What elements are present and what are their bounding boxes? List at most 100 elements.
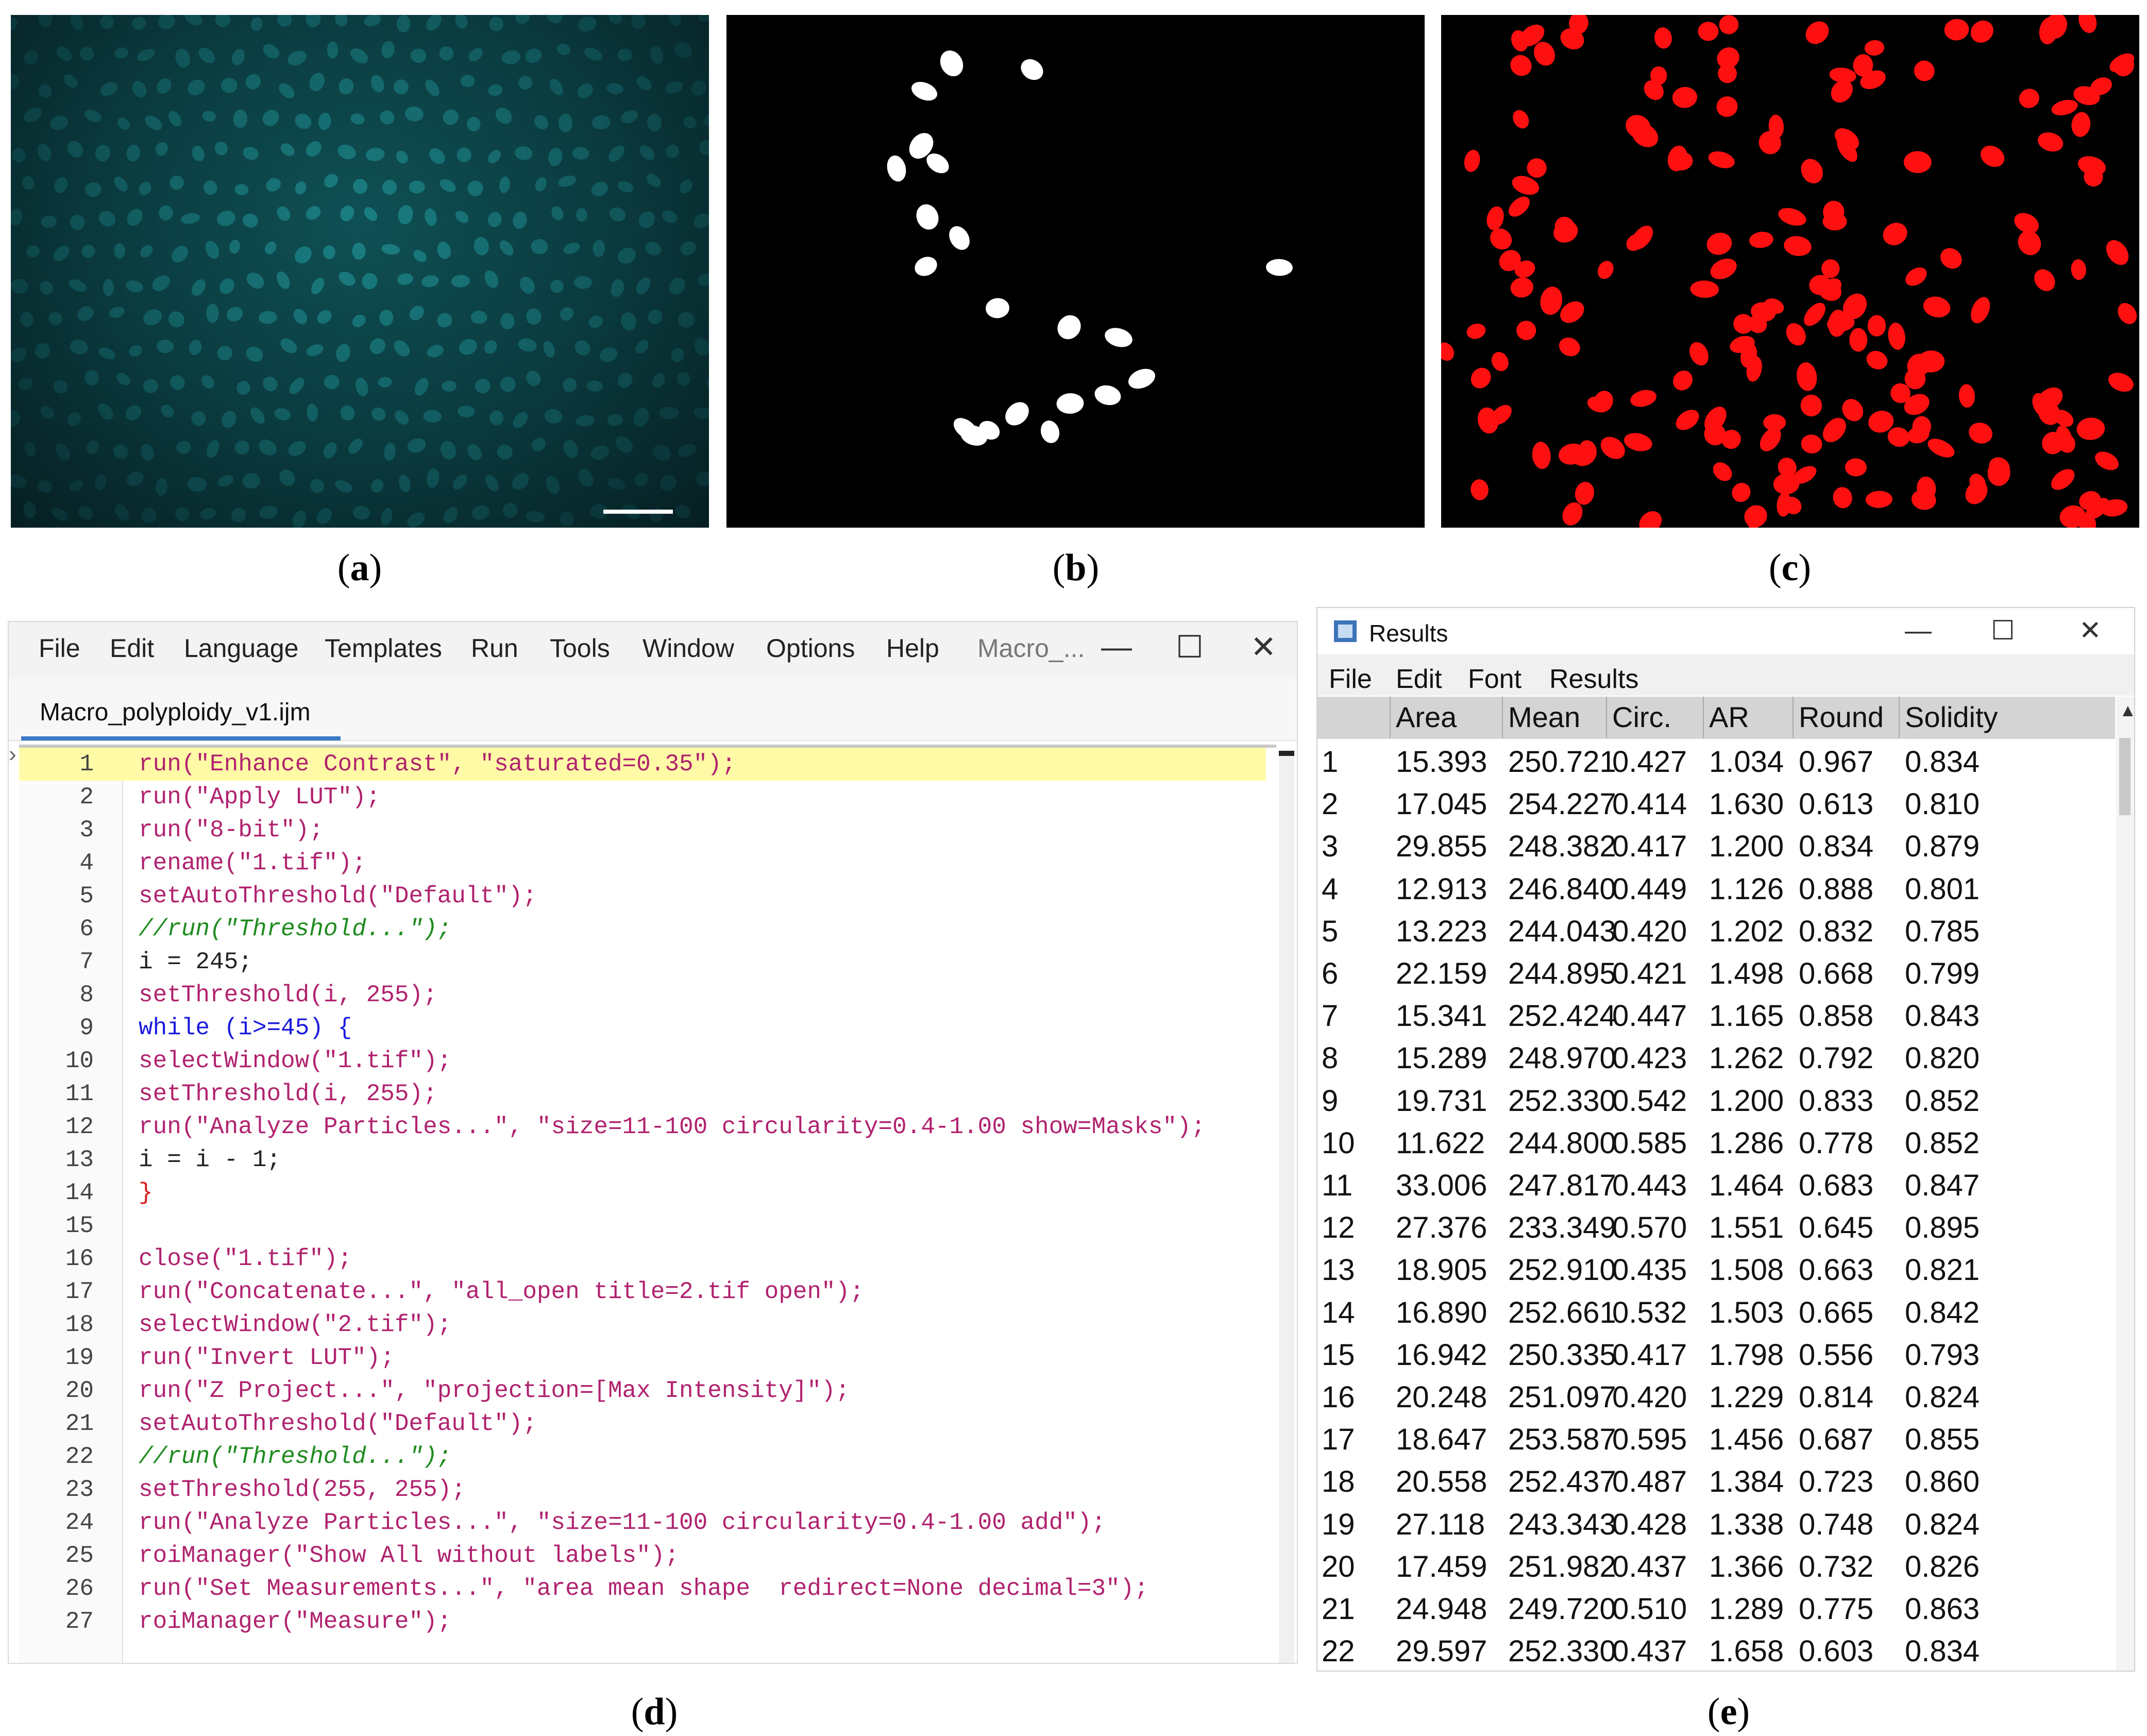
code-line[interactable]: 16 close("1.tif"); [19,1242,1266,1275]
code-line[interactable]: 15 [19,1209,1266,1242]
table-row[interactable]: 6 22.159 244.895 0.421 1.498 0.668 0.799 [1317,953,2115,995]
table-row[interactable]: 12 27.376 233.349 0.570 1.551 0.645 0.895 [1317,1207,2115,1249]
nucleus [324,174,339,188]
nucleus [635,340,649,354]
code-line[interactable]: 10 selectWindow("1.tif"); [19,1044,1266,1077]
table-row[interactable]: 18 20.558 252.437 0.487 1.384 0.723 0.860 [1317,1461,2115,1503]
table-cell: 19.731 [1396,1084,1487,1118]
table-row[interactable]: 7 15.341 252.424 0.447 1.165 0.858 0.843 [1317,995,2115,1037]
code-line[interactable]: 6 //run("Threshold..."); [19,913,1266,946]
column-header[interactable] [1317,697,1389,738]
results-menu-file[interactable]: File [1329,664,1372,695]
table-row[interactable]: 15 16.942 250.335 0.417 1.798 0.556 0.793 [1317,1334,2115,1376]
nucleus [525,48,542,63]
code-area[interactable]: 1 run("Enhance Contrast", "saturated=0.35… [19,745,1276,1663]
editor-scrollbar[interactable] [1279,751,1294,1663]
results-menu-edit[interactable]: Edit [1396,664,1442,695]
menu-file[interactable]: File [39,633,80,663]
results-close-button[interactable]: ✕ [2079,615,2102,646]
table-row[interactable]: 20 17.459 251.982 0.437 1.366 0.732 0.826 [1317,1546,2115,1588]
table-row[interactable]: 21 24.948 249.720 0.510 1.289 0.775 0.863 [1317,1588,2115,1630]
menu-options[interactable]: Options [766,633,855,663]
code-line[interactable]: 17 run("Concatenate...", "all_open title=… [19,1275,1266,1308]
code-line[interactable]: 12 run("Analyze Particles...", "size=11-1… [19,1110,1266,1143]
table-row[interactable]: 13 18.905 252.910 0.435 1.508 0.663 0.821 [1317,1249,2115,1291]
table-row[interactable]: 4 12.913 246.840 0.449 1.126 0.888 0.801 [1317,868,2115,911]
table-row[interactable]: 10 11.622 244.800 0.585 1.286 0.778 0.852 [1317,1122,2115,1165]
minimize-button[interactable]: — [1101,629,1132,665]
code-line[interactable]: 22 //run("Threshold..."); [19,1440,1266,1473]
code-line[interactable]: 26 run("Set Measurements...", "area mean … [19,1572,1266,1605]
chevron-right-icon[interactable]: › [9,741,16,767]
table-row[interactable]: 17 18.647 253.587 0.595 1.456 0.687 0.855 [1317,1419,2115,1461]
table-row[interactable]: 16 20.248 251.097 0.420 1.229 0.814 0.824 [1317,1376,2115,1419]
results-scrollbar[interactable]: ▲ [2116,697,2134,1671]
code-line[interactable]: 3 run("8-bit"); [19,814,1266,847]
code-line[interactable]: 9 while (i>=45) { [19,1012,1266,1044]
results-menu-font[interactable]: Font [1468,664,1522,695]
results-menu-results[interactable]: Results [1549,664,1638,695]
table-row[interactable]: 5 13.223 244.043 0.420 1.202 0.832 0.785 [1317,911,2115,953]
code-line[interactable]: 27 roiManager("Measure"); [19,1605,1266,1638]
code-line[interactable]: 1 run("Enhance Contrast", "saturated=0.35… [19,748,1266,781]
code-line[interactable]: 19 run("Invert LUT"); [19,1341,1266,1374]
close-button[interactable]: ✕ [1250,629,1276,665]
code-line[interactable]: 4 rename("1.tif"); [19,847,1266,880]
code-line[interactable]: 13 i = i - 1; [19,1143,1266,1176]
menu-run[interactable]: Run [471,633,518,663]
active-tab-indicator [21,736,341,740]
results-minimize-button[interactable]: — [1905,615,1932,646]
table-cell: 4 [1322,872,1339,906]
results-maximize-button[interactable]: ☐ [1991,615,2015,646]
code-line[interactable]: 21 setAutoThreshold("Default"); [19,1407,1266,1440]
results-scroll-thumb[interactable] [2119,738,2131,815]
code-line[interactable]: 24 run("Analyze Particles...", "size=11-1… [19,1506,1266,1539]
code-line[interactable]: 8 setThreshold(i, 255); [19,979,1266,1012]
table-row[interactable]: 11 33.006 247.817 0.443 1.464 0.683 0.847 [1317,1165,2115,1207]
menu-edit[interactable]: Edit [110,633,154,663]
nucleus [336,344,350,362]
code-line[interactable]: 11 setThreshold(i, 255); [19,1077,1266,1110]
code-line[interactable]: 23 setThreshold(255, 255); [19,1473,1266,1506]
table-cell: 0.826 [1905,1549,1980,1583]
menu-tools[interactable]: Tools [550,633,610,663]
column-header[interactable]: Round [1793,697,1899,738]
scroll-thumb[interactable] [1279,751,1294,756]
menu-language[interactable]: Language [184,633,298,663]
code-line[interactable]: 5 setAutoThreshold("Default"); [19,880,1266,913]
code-line[interactable]: 7 i = 245; [19,946,1266,979]
tab-macro-file[interactable]: Macro_polyploidy_v1.ijm [40,698,311,727]
menu-help[interactable]: Help [886,633,939,663]
maximize-button[interactable]: ☐ [1176,629,1204,665]
code-line[interactable]: 2 run("Apply LUT"); [19,781,1266,814]
nucleus [258,311,277,324]
column-header[interactable]: Circ. [1606,697,1703,738]
code-line[interactable]: 14} [19,1176,1266,1209]
table-row[interactable]: 8 15.289 248.970 0.423 1.262 0.792 0.820 [1317,1037,2115,1080]
column-header[interactable]: Solidity [1899,697,2004,738]
scroll-up-icon[interactable]: ▲ [2119,701,2134,721]
table-row[interactable]: 3 29.855 248.382 0.417 1.200 0.834 0.879 [1317,825,2115,868]
nucleus-mask [911,81,938,101]
table-row[interactable]: 9 19.731 252.330 0.542 1.200 0.833 0.852 [1317,1080,2115,1122]
table-row[interactable]: 1 15.393 250.721 0.427 1.034 0.967 0.834 [1317,741,2115,783]
column-header[interactable]: Area [1390,697,1502,738]
code-line[interactable]: 25 roiManager("Show All without labels"); [19,1539,1266,1572]
nucleus [671,347,684,362]
table-row[interactable]: 19 27.118 243.343 0.428 1.338 0.748 0.824 [1317,1504,2115,1546]
table-row[interactable]: 22 29.597 252.330 0.437 1.658 0.603 0.834 [1317,1630,2115,1671]
table-row[interactable]: 14 16.890 252.661 0.532 1.503 0.665 0.842 [1317,1292,2115,1334]
nucleus-roi [1822,417,1846,443]
nucleus-roi [1888,323,1905,350]
caption-a: (a) [337,547,382,589]
column-header[interactable]: Mean [1502,697,1606,738]
column-header[interactable]: AR [1703,697,1793,738]
code-line[interactable]: 18 selectWindow("2.tif"); [19,1308,1266,1341]
menu-window[interactable]: Window [643,633,734,663]
table-row[interactable]: 2 17.045 254.227 0.414 1.630 0.613 0.810 [1317,783,2115,825]
nucleus [451,275,470,288]
code-line[interactable]: 20 run("Z Project...", "projection=[Max I… [19,1374,1266,1407]
code-text: setThreshold(255, 255); [139,1476,466,1503]
line-number: 8 [79,982,94,1008]
menu-templates[interactable]: Templates [325,633,442,663]
